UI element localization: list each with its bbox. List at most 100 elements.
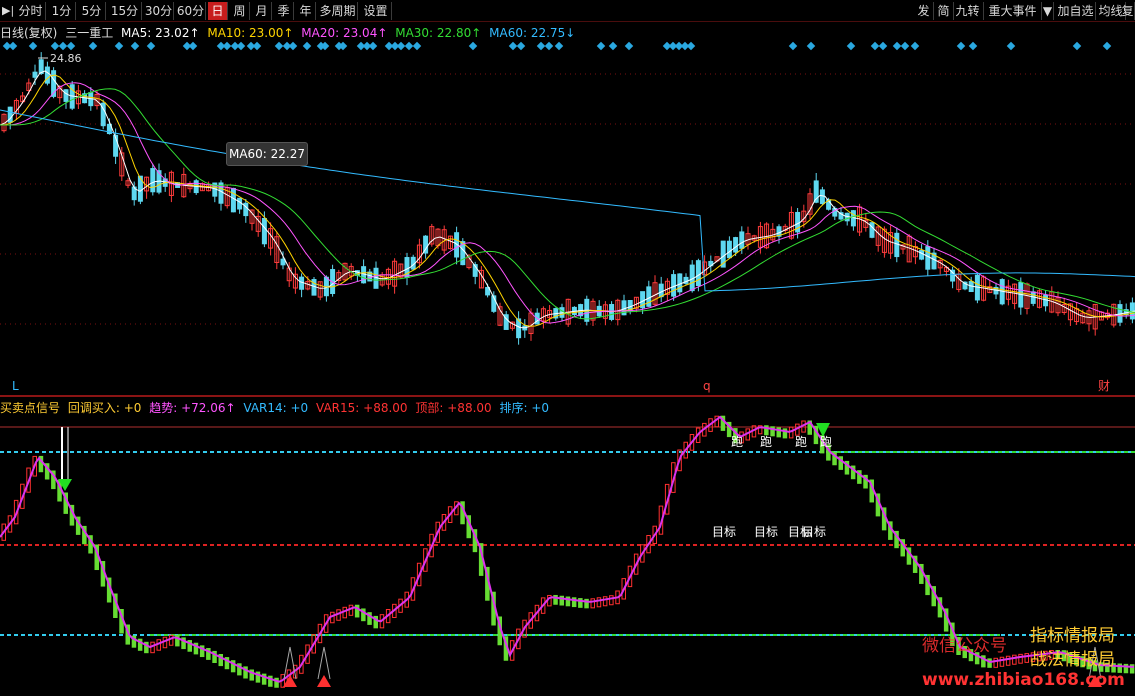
candlestick-chart[interactable]: 24.86 L q 财 (0, 40, 1135, 395)
ma60-value: MA60: 22.75↓ (489, 26, 576, 40)
ma-legend: 日线(复权) 三一重工 MA5: 23.02↑ MA10: 23.00↑ MA2… (0, 24, 579, 40)
toolbar-right-1[interactable]: 简 (934, 2, 954, 20)
ma60-tooltip: MA60: 22.27 (226, 142, 308, 166)
signal-diamond (114, 41, 124, 51)
marker-q: q (703, 379, 711, 393)
period-tab-5[interactable]: 60分 (176, 2, 206, 20)
signal-diamond (686, 41, 696, 51)
watermark-wechat: 微信公众号 (922, 636, 1007, 656)
signal-bar (168, 634, 174, 646)
signal-diamond (468, 41, 478, 51)
candle-body (894, 232, 900, 258)
signal-diamond (8, 41, 18, 51)
signal-diamond (1072, 41, 1082, 51)
toolbar-right-2[interactable]: 九转 (952, 2, 984, 20)
candle-body (230, 187, 236, 213)
period-tab-8[interactable]: 月 (252, 2, 272, 20)
period-tab-3[interactable]: 15分 (108, 2, 142, 20)
candle-body (658, 283, 664, 298)
candle-body (677, 273, 683, 293)
period-tab-4[interactable]: 30分 (144, 2, 174, 20)
period-tab-7[interactable]: 周 (230, 2, 250, 20)
candle-body (695, 260, 701, 287)
candle-body (237, 197, 243, 210)
toolbar-right-4[interactable]: 加自选 (1056, 2, 1096, 20)
signal-diamond (302, 41, 312, 51)
signal-bar (602, 596, 608, 607)
signal-diamond (66, 41, 76, 51)
ma10-value: MA10: 23.00↑ (207, 26, 294, 40)
signal-diamond (28, 41, 38, 51)
period-tab-9[interactable]: 季 (274, 2, 294, 20)
signal-diamond (910, 41, 920, 51)
toolbar-right-6[interactable]: 复 (1121, 2, 1135, 20)
signal-diamond (146, 41, 156, 51)
signal-diamond (222, 41, 232, 51)
signal-bar (1005, 655, 1011, 666)
watermark-line1: 指标情报局 (1030, 626, 1115, 646)
period-tab-12[interactable]: 设置 (360, 2, 392, 20)
signal-diamond (870, 41, 880, 51)
candle-body (671, 274, 677, 297)
candle-body (726, 240, 732, 259)
signal-diamond (412, 41, 422, 51)
signal-diamond (788, 41, 798, 51)
signal-diamond (544, 41, 554, 51)
signal-diamond (1102, 41, 1112, 51)
period-tab-10[interactable]: 年 (296, 2, 316, 20)
signal-diamond (900, 41, 910, 51)
period-tab-2[interactable]: 5分 (78, 2, 106, 20)
run-label: 跑 (731, 435, 744, 449)
panel-toggle-icon[interactable]: ▶| (2, 3, 14, 19)
var14-value: VAR14: +0 (243, 401, 309, 415)
signal-bar (1012, 654, 1017, 665)
rank-value: 排序: +0 (499, 401, 550, 415)
ma30-value: MA30: 22.80↑ (395, 26, 482, 40)
signal-bar (999, 656, 1005, 667)
period-tab-6[interactable]: 日 (208, 2, 228, 20)
signal-diamond (50, 41, 60, 51)
chart-title: 日线(复权) (0, 26, 58, 40)
ma5-value: MA5: 23.02↑ (121, 26, 200, 40)
candle-body (44, 66, 50, 84)
dropdown-icon[interactable]: ▼ (1042, 2, 1054, 20)
top-value: 顶部: +88.00 (415, 401, 492, 415)
candle-body (150, 168, 156, 193)
signal-diamond (1006, 41, 1016, 51)
candle-body (739, 231, 745, 249)
signal-bar (348, 604, 354, 616)
period-tab-1[interactable]: 1分 (48, 2, 76, 20)
target-label: 目标 (712, 525, 737, 539)
candle-body (819, 189, 825, 205)
run-label: 跑 (760, 435, 773, 449)
buy-signal-wedge (317, 646, 325, 680)
signal-diamond (236, 41, 246, 51)
signal-diamond (188, 41, 198, 51)
signal-diamond (516, 41, 526, 51)
indicator-name: 买卖点信号 (0, 401, 61, 415)
candle-body (261, 217, 267, 245)
period-toolbar: ▶| 分时 1分 5分 15分 30分 60分日周月季年多周期 设置 发简九转 重大事件 加自选… (0, 0, 1135, 22)
candle-body (733, 237, 739, 253)
signal-diamond (956, 41, 966, 51)
run-label: 跑 (820, 435, 833, 449)
signal-diamond (58, 41, 68, 51)
watermark-line2: 战法情报局 (1030, 650, 1115, 670)
period-tab-11[interactable]: 多周期 (318, 2, 358, 20)
candle-body (32, 71, 38, 78)
signal-diamond (878, 41, 888, 51)
toolbar-right-3[interactable]: 重大事件 (984, 2, 1042, 20)
run-label: 跑 (795, 435, 808, 449)
toolbar-right-0[interactable]: 发 (914, 2, 934, 20)
signal-bar (1024, 653, 1029, 663)
signal-bar (590, 598, 595, 609)
signal-diamond (252, 41, 262, 51)
pullback-value: 回调买入: +0 (67, 401, 142, 415)
watermark-site: www.zhibiao168.com (922, 670, 1125, 690)
var15-value: VAR15: +88.00 (316, 401, 408, 415)
buy-signal-wedge (323, 646, 331, 680)
signal-diamond (536, 41, 546, 51)
target-label: 目标 (754, 525, 779, 539)
period-tab-0[interactable]: 分时 (16, 2, 46, 20)
signal-diamond (892, 41, 902, 51)
